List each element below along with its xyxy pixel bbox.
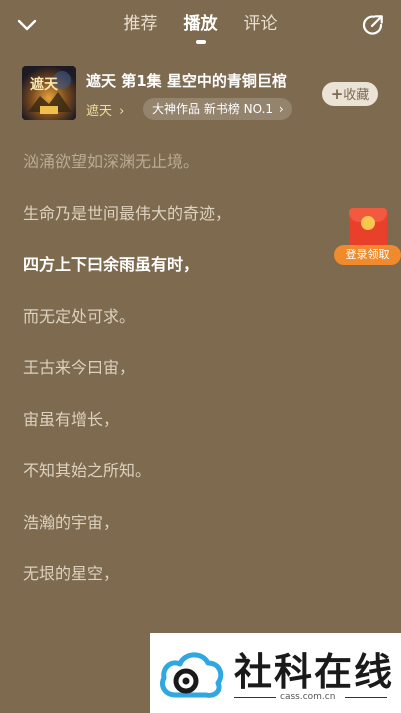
- book-header: 遮天 遮天 第1集 星空中的青铜巨棺 遮天 › 大神作品 新书榜 NO.1 › …: [0, 58, 401, 128]
- watermark-logo: 社科在线 cass.com.cn: [150, 633, 401, 713]
- cloud-eye-logo-icon: [160, 652, 224, 698]
- tab-recommend-label: 推荐: [123, 14, 158, 34]
- author-name: 遮天: [86, 104, 113, 119]
- author-link[interactable]: 遮天 ›: [86, 100, 124, 119]
- watermark-rule-left: [234, 697, 276, 698]
- transcript-line: 不知其始之所知。: [23, 461, 152, 480]
- transcript-line: 汹涌欲望如深渊无止境。: [23, 152, 200, 171]
- favorite-button[interactable]: +收藏: [322, 82, 378, 106]
- transcript-list[interactable]: 汹涌欲望如深渊无止境。 生命乃是世间最伟大的奇迹， 四方上下曰余雨虽有时， 而无…: [23, 150, 353, 614]
- coin-icon: [361, 216, 375, 230]
- tab-play[interactable]: 播放: [183, 12, 218, 44]
- chevron-right-icon: ›: [278, 102, 284, 116]
- tab-comments-label: 评论: [243, 14, 278, 34]
- ranking-badge[interactable]: 大神作品 新书榜 NO.1 ›: [143, 98, 292, 120]
- transcript-line: 无垠的星空，: [23, 564, 120, 583]
- tab-recommend[interactable]: 推荐: [124, 12, 158, 36]
- favorite-label: 收藏: [343, 88, 370, 103]
- share-button[interactable]: [361, 13, 385, 37]
- chevron-right-icon: ›: [119, 104, 125, 119]
- tab-play-label: 播放: [183, 14, 218, 34]
- login-reward-widget[interactable]: 登录领取: [334, 208, 401, 268]
- cover-title-text: 遮天: [30, 77, 58, 93]
- watermark-text: 社科在线: [234, 650, 395, 694]
- episode-title: 遮天 第1集 星空中的青铜巨棺: [86, 72, 287, 90]
- login-reward-label: 登录领取: [334, 245, 401, 265]
- transcript-line: 浩瀚的宇宙，: [23, 512, 120, 532]
- book-cover[interactable]: 遮天: [22, 66, 76, 120]
- tab-bar: 推荐 播放 评论: [0, 12, 401, 44]
- transcript-line: 王古来今曰宙，: [23, 358, 136, 377]
- share-icon: [362, 15, 383, 35]
- transcript-line: 而无定处可求。: [23, 306, 136, 326]
- top-nav: 推荐 播放 评论: [0, 0, 401, 52]
- plus-icon: +: [330, 85, 344, 103]
- transcript-line: 生命乃是世间最伟大的奇迹，: [23, 203, 232, 223]
- watermark-rule-right: [345, 697, 387, 698]
- active-tab-indicator: [195, 40, 206, 44]
- transcript-line-current: 四方上下曰余雨虽有时，: [23, 255, 200, 274]
- transcript-line: 宙虽有增长，: [23, 409, 120, 429]
- watermark-url: cass.com.cn: [280, 692, 336, 702]
- tab-comments[interactable]: 评论: [244, 12, 278, 36]
- ranking-badge-text: 大神作品 新书榜 NO.1: [152, 102, 274, 116]
